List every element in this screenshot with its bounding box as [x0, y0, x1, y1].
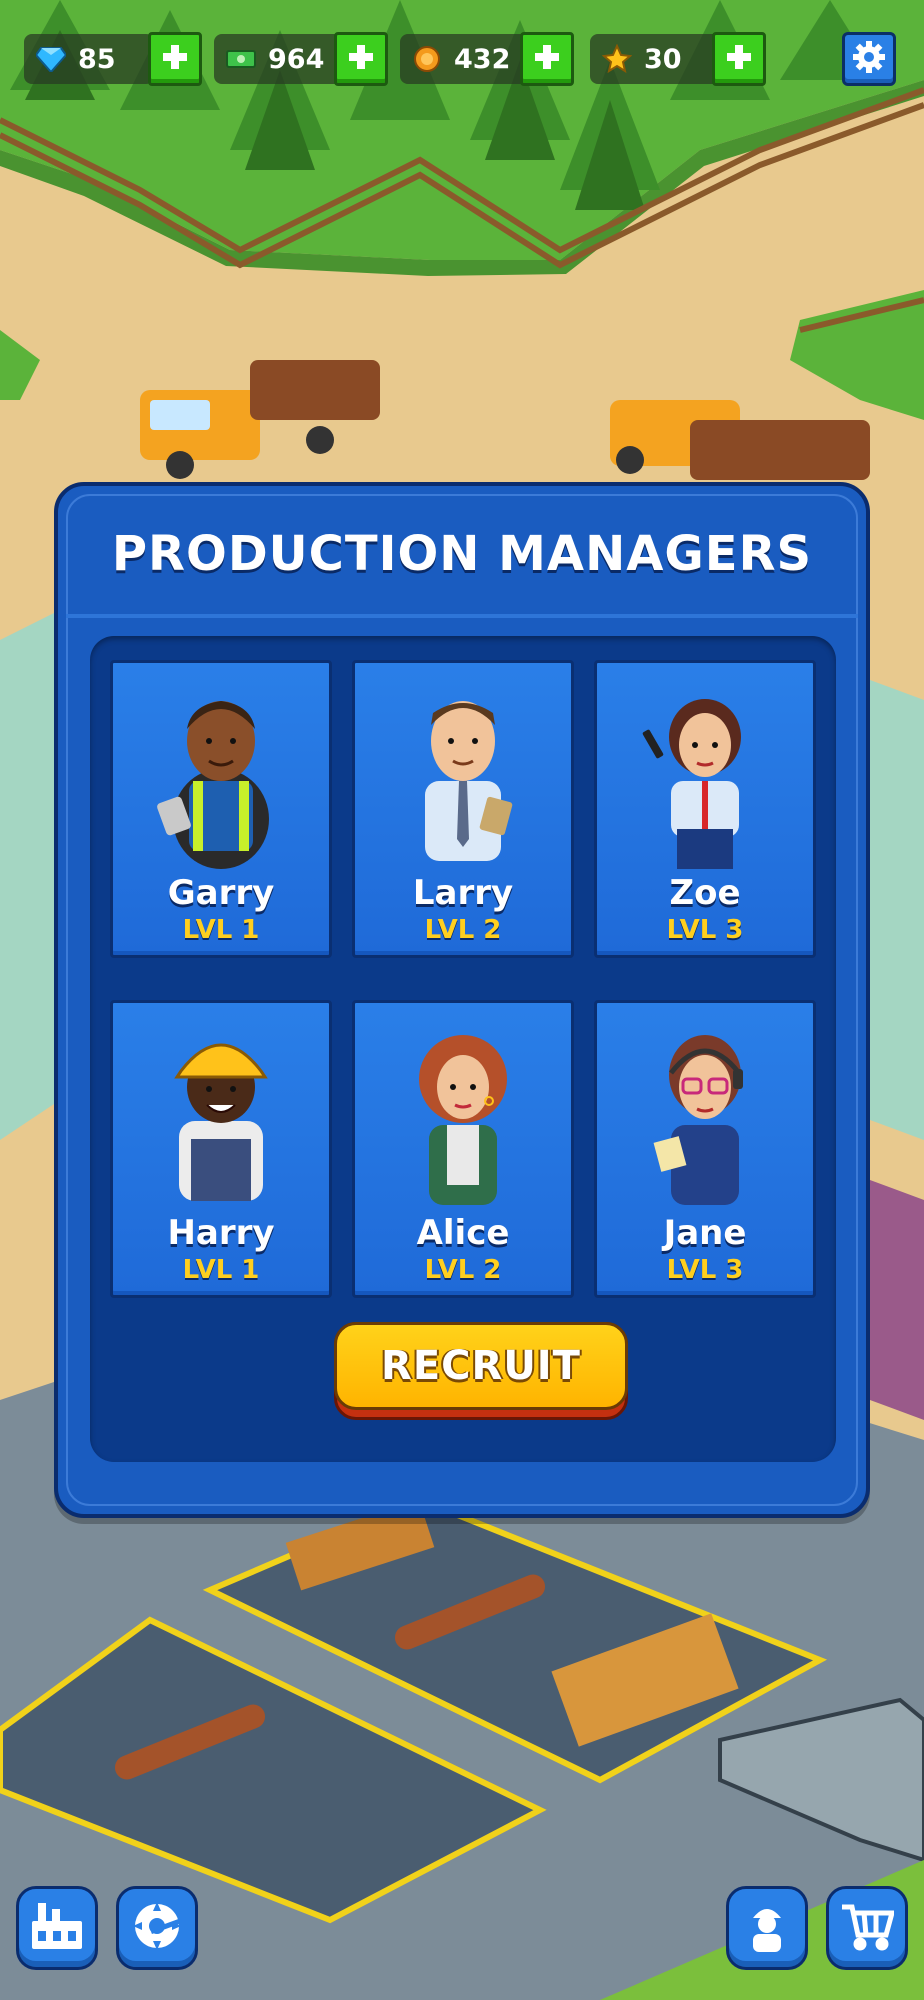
cart-icon — [840, 1901, 896, 1955]
saw-blade-icon — [130, 1899, 184, 1957]
gear-icon — [852, 40, 886, 78]
recruit-button[interactable]: RECRUIT — [334, 1322, 628, 1420]
recruit-button-label: RECRUIT — [334, 1322, 628, 1410]
manager-level: LVL 1 — [182, 915, 260, 945]
manager-portrait — [113, 669, 329, 879]
manager-level: LVL 2 — [424, 915, 502, 945]
worker-icon — [747, 1900, 787, 1956]
settings-button[interactable] — [842, 32, 896, 86]
manager-portrait — [597, 1009, 813, 1219]
star-icon — [602, 44, 632, 74]
managers-panel: Garry LVL 1 Larry LVL 2 Zoe LVL 3 Harry … — [90, 636, 836, 1462]
add-cash-button[interactable] — [334, 32, 388, 86]
shop-button[interactable] — [826, 1886, 908, 1970]
manager-name: Jane — [663, 1213, 747, 1253]
manager-name: Alice — [416, 1213, 510, 1253]
manager-name: Harry — [167, 1213, 275, 1253]
factory-icon — [30, 1901, 84, 1955]
manager-name: Larry — [412, 873, 514, 913]
manager-level: LVL 1 — [182, 1255, 260, 1285]
manager-card-larry[interactable]: Larry LVL 2 — [352, 660, 574, 958]
add-gems-button[interactable] — [148, 32, 202, 86]
manager-portrait — [355, 669, 571, 879]
dialog-title: PRODUCTION MANAGERS — [111, 526, 813, 582]
gems-value: 85 — [78, 43, 116, 75]
cash-value: 964 — [268, 43, 325, 75]
manager-name: Garry — [167, 873, 275, 913]
manager-level: LVL 2 — [424, 1255, 502, 1285]
add-coins-button[interactable] — [520, 32, 574, 86]
gems-counter: 85 — [24, 34, 154, 84]
saw-button[interactable] — [116, 1886, 198, 1970]
plus-icon — [725, 43, 753, 75]
manager-card-garry[interactable]: Garry LVL 1 — [110, 660, 332, 958]
plus-icon — [161, 43, 189, 75]
plus-icon — [533, 43, 561, 75]
coin-icon — [412, 44, 442, 74]
diamond-icon — [36, 44, 66, 74]
header-divider — [66, 614, 858, 618]
add-stars-button[interactable] — [712, 32, 766, 86]
manager-card-harry[interactable]: Harry LVL 1 — [110, 1000, 332, 1298]
cash-icon — [226, 44, 256, 74]
resource-bar: 85 964 432 30 — [0, 0, 924, 110]
manager-card-zoe[interactable]: Zoe LVL 3 — [594, 660, 816, 958]
manager-level: LVL 3 — [666, 915, 744, 945]
stars-value: 30 — [644, 43, 682, 75]
coins-value: 432 — [454, 43, 511, 75]
manager-portrait — [597, 669, 813, 879]
workers-button[interactable] — [726, 1886, 808, 1970]
factory-button[interactable] — [16, 1886, 98, 1970]
manager-portrait — [355, 1009, 571, 1219]
coins-counter: 432 — [400, 34, 530, 84]
manager-name: Zoe — [669, 873, 741, 913]
cash-counter: 964 — [214, 34, 344, 84]
plus-icon — [347, 43, 375, 75]
production-managers-dialog: PRODUCTION MANAGERS Garry LVL 1 Larry LV… — [54, 482, 870, 1518]
manager-card-alice[interactable]: Alice LVL 2 — [352, 1000, 574, 1298]
manager-level: LVL 3 — [666, 1255, 744, 1285]
manager-card-jane[interactable]: Jane LVL 3 — [594, 1000, 816, 1298]
manager-portrait — [113, 1009, 329, 1219]
stars-counter: 30 — [590, 34, 720, 84]
